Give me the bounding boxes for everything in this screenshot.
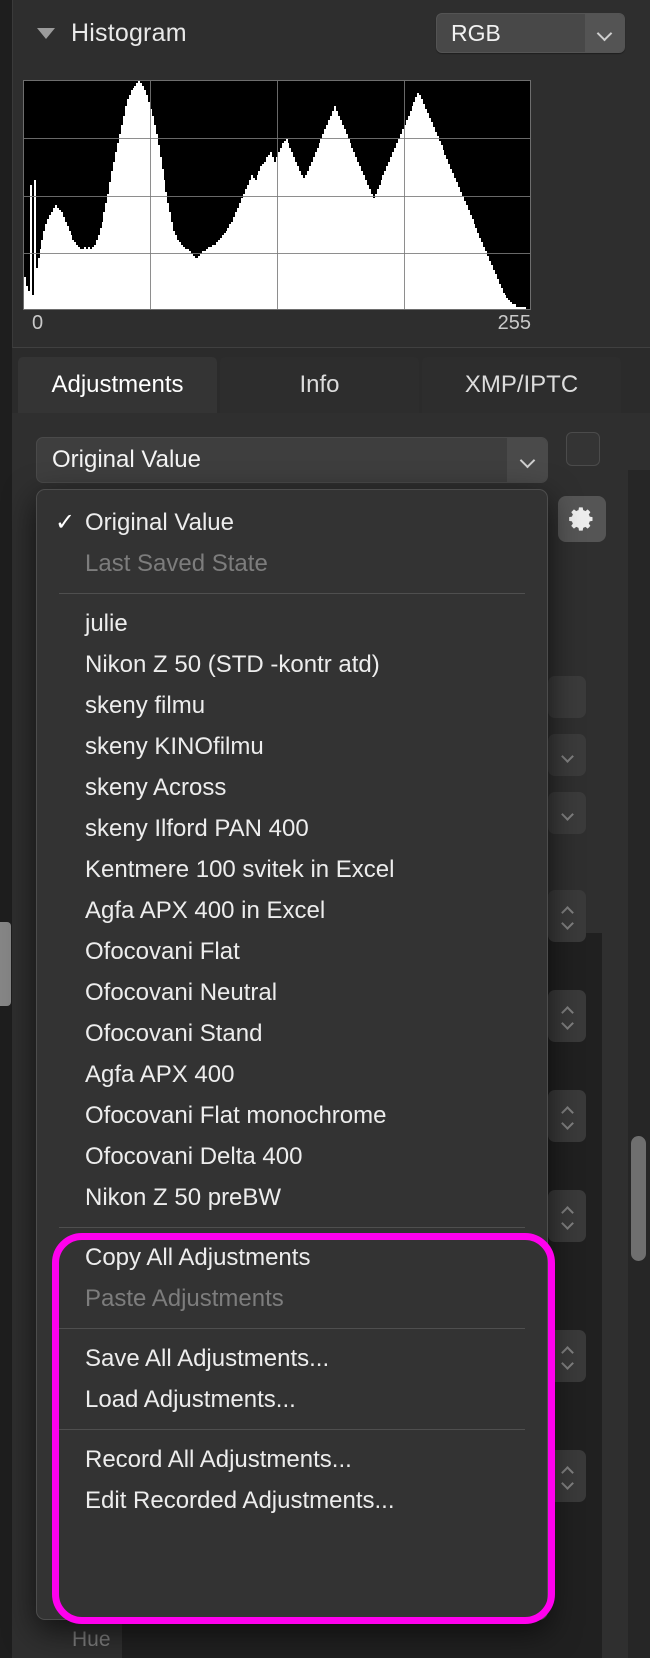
menu-separator <box>59 1328 525 1329</box>
menu-item-label: Load Adjustments... <box>85 1385 296 1413</box>
menu-item-preset[interactable]: skeny Across <box>37 767 547 808</box>
menu-item-record-all-adjustments[interactable]: Record All Adjustments... <box>37 1439 547 1480</box>
menu-item-label: Edit Recorded Adjustments... <box>85 1486 395 1514</box>
histogram-plot <box>23 80 531 310</box>
adjustment-preset-select[interactable]: Original Value <box>36 437 548 483</box>
right-side-panel: Histogram RGB 0 255 Adjustments Info XMP… <box>0 0 650 1658</box>
menu-separator <box>59 1429 525 1430</box>
adjustment-preset-value: Original Value <box>52 446 201 473</box>
gear-icon <box>569 507 593 531</box>
panel-collapse-handle[interactable] <box>0 922 11 1006</box>
menu-item-save-all-adjustments[interactable]: Save All Adjustments... <box>37 1338 547 1379</box>
settings-gear-button[interactable] <box>558 496 606 542</box>
menu-item-paste-adjustments: Paste Adjustments <box>37 1278 547 1319</box>
scrollbar-thumb[interactable] <box>631 1136 646 1261</box>
menu-item-preset[interactable]: skeny Ilford PAN 400 <box>37 808 547 849</box>
row-checkbox[interactable] <box>548 792 586 834</box>
row-checkbox[interactable] <box>548 676 586 718</box>
histogram-title: Histogram <box>71 18 187 47</box>
menu-item-label: Ofocovani Stand <box>85 1019 263 1047</box>
menu-item-original-value[interactable]: ✓ Original Value <box>37 502 547 543</box>
panel-tabs: Adjustments Info XMP/IPTC <box>12 357 650 413</box>
tab-adjustments[interactable]: Adjustments <box>18 357 217 413</box>
menu-item-label: julie <box>85 609 128 637</box>
chevron-down-icon[interactable] <box>585 14 624 52</box>
enable-checkbox[interactable] <box>566 432 600 466</box>
histogram-channel-select[interactable]: RGB <box>436 13 625 53</box>
menu-item-preset[interactable]: Nikon Z 50 (STD -kontr atd) <box>37 644 547 685</box>
checkmark-icon: ✓ <box>55 508 76 536</box>
menu-item-label: Ofocovani Flat <box>85 937 240 965</box>
menu-item-label: Ofocovani Delta 400 <box>85 1142 303 1170</box>
menu-item-label: skeny KINOfilmu <box>85 732 264 760</box>
row-stepper[interactable] <box>548 890 586 942</box>
tab-xmp-iptc[interactable]: XMP/IPTC <box>422 357 621 413</box>
menu-item-preset[interactable]: Agfa APX 400 <box>37 1054 547 1095</box>
row-stepper[interactable] <box>548 1090 586 1142</box>
menu-item-label: skeny Ilford PAN 400 <box>85 814 309 842</box>
menu-item-label: Ofocovani Neutral <box>85 978 278 1006</box>
menu-item-preset[interactable]: Ofocovani Neutral <box>37 972 547 1013</box>
row-stepper[interactable] <box>548 990 586 1042</box>
menu-item-load-adjustments[interactable]: Load Adjustments... <box>37 1379 547 1420</box>
menu-item-preset[interactable]: Ofocovani Flat monochrome <box>37 1095 547 1136</box>
histogram-axis-max: 255 <box>497 312 531 334</box>
row-stepper[interactable] <box>548 1330 586 1382</box>
menu-item-label: Copy All Adjustments <box>85 1243 311 1271</box>
menu-item-preset[interactable]: julie <box>37 603 547 644</box>
row-stepper[interactable] <box>548 1190 586 1242</box>
menu-item-label: Agfa APX 400 in Excel <box>85 896 326 924</box>
histogram-panel: Histogram RGB 0 255 <box>12 0 650 348</box>
menu-item-label: Ofocovani Flat monochrome <box>85 1101 387 1129</box>
menu-separator <box>59 593 525 594</box>
menu-item-label: Agfa APX 400 <box>85 1060 235 1088</box>
histogram-axis-min: 0 <box>32 312 44 334</box>
menu-item-label: Paste Adjustments <box>85 1284 284 1312</box>
menu-item-label: Original Value <box>85 508 234 536</box>
row-checkbox[interactable] <box>548 734 586 776</box>
menu-separator <box>59 1227 525 1228</box>
chevron-down-icon[interactable] <box>507 438 547 482</box>
menu-item-label: Nikon Z 50 (STD -kontr atd) <box>85 650 380 678</box>
menu-item-last-saved-state: Last Saved State <box>37 543 547 584</box>
menu-item-label: Last Saved State <box>85 549 268 577</box>
menu-item-label: Save All Adjustments... <box>85 1344 330 1372</box>
menu-item-label: skeny filmu <box>85 691 206 719</box>
adjustment-preset-dropdown-menu[interactable]: ✓ Original Value Last Saved State julie … <box>36 489 548 1620</box>
histogram-axis: 0 255 <box>23 312 531 342</box>
menu-item-label: Kentmere 100 svitek in Excel <box>85 855 395 883</box>
menu-item-preset[interactable]: skeny KINOfilmu <box>37 726 547 767</box>
menu-item-edit-recorded-adjustments[interactable]: Edit Recorded Adjustments... <box>37 1480 547 1521</box>
menu-item-preset[interactable]: Nikon Z 50 preBW <box>37 1177 547 1218</box>
panel-left-rail <box>0 0 12 1658</box>
menu-item-preset[interactable]: Agfa APX 400 in Excel <box>37 890 547 931</box>
panel-scrollbar[interactable] <box>628 470 650 1658</box>
menu-item-copy-all-adjustments[interactable]: Copy All Adjustments <box>37 1237 547 1278</box>
row-stepper[interactable] <box>548 1450 586 1502</box>
tab-info[interactable]: Info <box>220 357 419 413</box>
menu-item-label: Nikon Z 50 preBW <box>85 1183 282 1211</box>
hue-label: Hue <box>72 1628 111 1651</box>
menu-item-preset[interactable]: Ofocovani Delta 400 <box>37 1136 547 1177</box>
menu-item-preset[interactable]: Ofocovani Stand <box>37 1013 547 1054</box>
menu-item-label: Record All Adjustments... <box>85 1445 352 1473</box>
triangle-down-icon[interactable] <box>37 27 55 39</box>
menu-item-preset[interactable]: Kentmere 100 svitek in Excel <box>37 849 547 890</box>
menu-item-preset[interactable]: Ofocovani Flat <box>37 931 547 972</box>
histogram-channel-value: RGB <box>451 19 501 46</box>
menu-item-preset[interactable]: skeny filmu <box>37 685 547 726</box>
menu-item-label: skeny Across <box>85 773 227 801</box>
